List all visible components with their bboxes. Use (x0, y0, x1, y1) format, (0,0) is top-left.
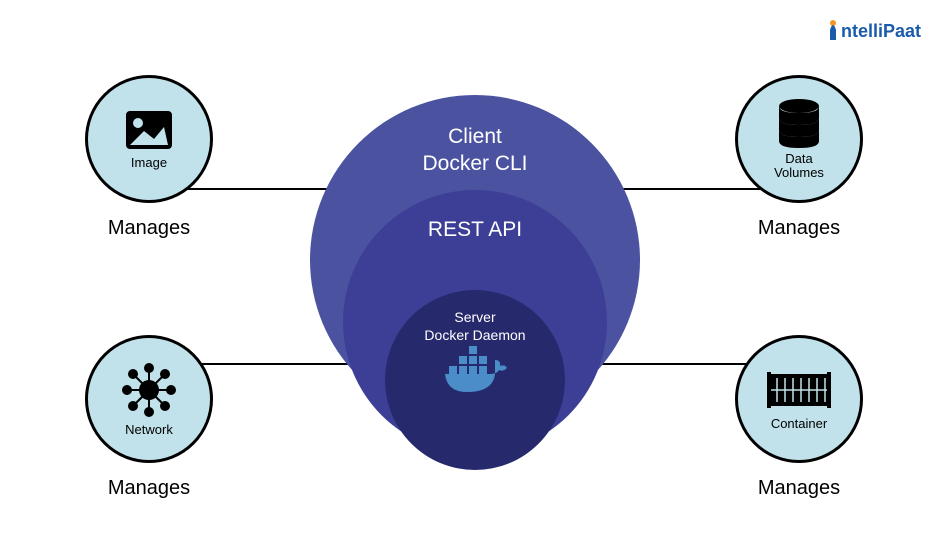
node-data-volumes: Data Volumes Manages (735, 75, 863, 240)
container-icon (765, 368, 833, 412)
network-circle: Network (85, 335, 213, 463)
client-label: Client Docker CLI (422, 123, 527, 178)
docker-icon (435, 344, 515, 404)
image-icon (124, 109, 174, 151)
container-circle: Container (735, 335, 863, 463)
data-volumes-relation: Manages (758, 217, 840, 240)
node-image: Image Manages (85, 75, 213, 240)
data-volumes-label: Data Volumes (774, 152, 824, 181)
server-label: Server Docker Daemon (424, 308, 525, 344)
svg-text:ntelliPaat: ntelliPaat (841, 21, 921, 41)
rest-api-label: REST API (428, 218, 522, 242)
brand-logo: ntelliPaat (825, 15, 925, 50)
server-layer: Server Docker Daemon (385, 290, 565, 470)
database-icon (776, 98, 822, 148)
node-container: Container Manages (735, 335, 863, 500)
data-volumes-circle: Data Volumes (735, 75, 863, 203)
container-label: Container (771, 416, 827, 431)
image-circle: Image (85, 75, 213, 203)
architecture-layers: Client Docker CLI REST API Server Docker… (325, 75, 625, 515)
network-label: Network (125, 422, 173, 437)
node-network: Network Manages (85, 335, 213, 500)
network-icon (121, 362, 177, 418)
network-relation: Manages (108, 477, 190, 500)
container-relation: Manages (758, 477, 840, 500)
image-label: Image (131, 155, 167, 170)
image-relation: Manages (108, 217, 190, 240)
